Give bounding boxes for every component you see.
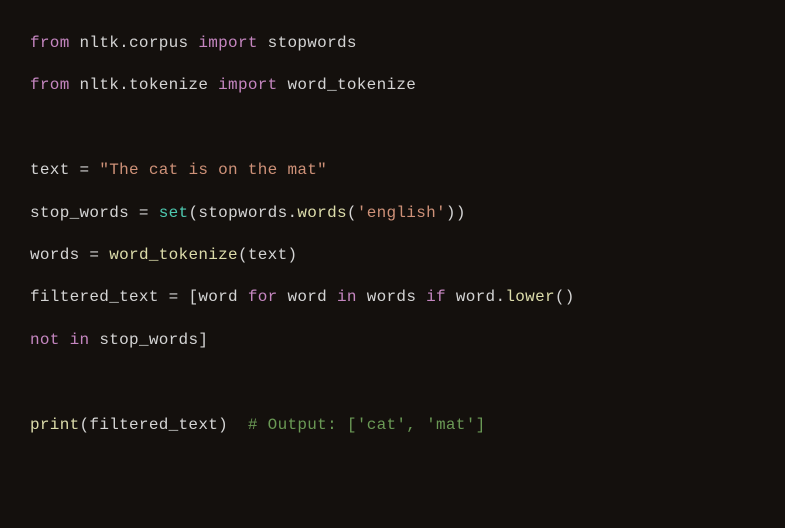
code-line-8: print(filtered_text) # Output: ['cat', '… bbox=[30, 404, 755, 446]
builtin-set: set bbox=[159, 204, 189, 222]
code-block: from nltk.corpus import stopwords from n… bbox=[0, 0, 785, 468]
keyword-in: in bbox=[337, 288, 357, 306]
keyword-in: in bbox=[70, 331, 90, 349]
code-line-4: stop_words = set(stopwords.words('englis… bbox=[30, 192, 755, 234]
blank-line bbox=[30, 107, 755, 149]
keyword-import: import bbox=[198, 34, 257, 52]
builtin-print: print bbox=[30, 416, 80, 434]
code-line-6: filtered_text = [word for word in words … bbox=[30, 276, 755, 318]
comment: # Output: ['cat', 'mat'] bbox=[248, 416, 486, 434]
code-line-5: words = word_tokenize(text) bbox=[30, 234, 755, 276]
keyword-if: if bbox=[426, 288, 446, 306]
keyword-from: from bbox=[30, 34, 70, 52]
function-call: word_tokenize bbox=[109, 246, 238, 264]
keyword-not: not bbox=[30, 331, 60, 349]
code-line-3: text = "The cat is on the mat" bbox=[30, 149, 755, 191]
code-line-7: not in stop_words] bbox=[30, 319, 755, 361]
code-line-2: from nltk.tokenize import word_tokenize bbox=[30, 64, 755, 106]
code-line-1: from nltk.corpus import stopwords bbox=[30, 22, 755, 64]
blank-line bbox=[30, 361, 755, 403]
string-literal: "The cat is on the mat" bbox=[99, 161, 327, 179]
keyword-import: import bbox=[218, 76, 277, 94]
keyword-for: for bbox=[248, 288, 278, 306]
string-literal: 'english' bbox=[357, 204, 446, 222]
keyword-from: from bbox=[30, 76, 70, 94]
